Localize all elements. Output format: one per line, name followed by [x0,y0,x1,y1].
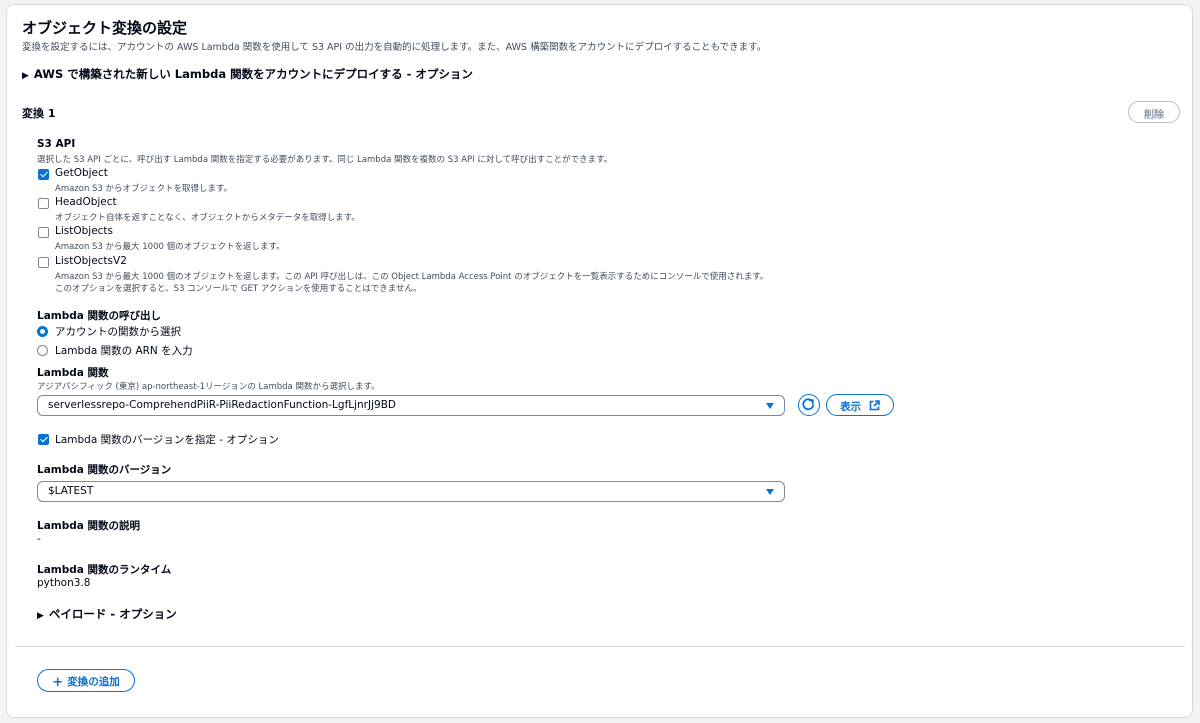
listobjects-description: Amazon S3 から最大 1000 個のオブジェクトを返します。 [55,242,285,252]
section-divider [15,646,1185,647]
headobject-checkbox[interactable] [38,198,49,209]
external-link-icon [869,400,880,411]
listobjectsv2-label: ListObjectsV2 [55,255,127,267]
payload-expander[interactable]: ▶ ペイロード - オプション [37,606,177,622]
lambda-runtime-value: python3.8 [37,577,91,589]
enter-arn-label: Lambda 関数の ARN を入力 [55,345,193,357]
lambda-function-select-value: serverlessrepo-ComprehendPiiR-PiiRedacti… [48,399,396,411]
getobject-checkbox[interactable] [38,169,49,180]
lambda-function-select[interactable]: serverlessrepo-ComprehendPiiR-PiiRedacti… [37,395,785,416]
s3-api-description: 選択した S3 API ごとに、呼び出す Lambda 関数を指定する必要があり… [37,155,613,165]
lambda-runtime-label: Lambda 関数のランタイム [37,564,172,576]
lambda-description-label: Lambda 関数の説明 [37,520,140,532]
deploy-lambda-expander-label: AWS で構築された新しい Lambda 関数をアカウントにデプロイする - オ… [33,67,473,81]
payload-expander-label: ペイロード - オプション [48,607,177,621]
lambda-invoke-label: Lambda 関数の呼び出し [37,310,161,322]
lambda-description-value: - [37,533,41,545]
headobject-label: HeadObject [55,196,117,208]
listobjectsv2-description: Amazon S3 から最大 1000 個のオブジェクトを返します。この API… [55,272,769,282]
transform-config-panel: オブジェクト変換の設定 変換を設定するには、アカウントの AWS Lambda … [6,4,1193,718]
listobjectsv2-description-note: このオプションを選択すると、S3 コンソールで GET アクションを使用すること… [55,284,422,294]
caret-right-icon: ▶ [22,71,29,81]
caret-down-icon [766,489,774,495]
delete-button[interactable]: 削除 [1128,101,1180,123]
caret-right-icon: ▶ [37,611,44,621]
choose-from-account-radio[interactable] [37,326,48,337]
enter-arn-radio[interactable] [37,345,48,356]
refresh-icon [802,398,815,411]
listobjects-label: ListObjects [55,225,114,237]
lambda-function-description: アジアパシフィック (東京) ap-northeast-1リージョンの Lamb… [37,382,380,392]
listobjectsv2-checkbox[interactable] [38,257,49,268]
lambda-function-label: Lambda 関数 [37,367,109,379]
lambda-version-label: Lambda 関数のバージョン [37,464,172,476]
lambda-version-select-value: $LATEST [48,485,94,497]
specify-version-label: Lambda 関数のバージョンを指定 - オプション [55,434,279,446]
page-description: 変換を設定するには、アカウントの AWS Lambda 関数を使用して S3 A… [22,42,767,53]
page-title: オブジェクト変換の設定 [22,19,188,37]
s3-api-label: S3 API [37,138,76,150]
getobject-label: GetObject [55,167,108,179]
listobjects-checkbox[interactable] [38,227,49,238]
lambda-version-select[interactable]: $LATEST [37,481,785,502]
refresh-button[interactable] [798,394,820,416]
add-transform-label: 変換の追加 [67,676,120,688]
headobject-description: オブジェクト自体を返すことなく、オブジェクトからメタデータを取得します。 [55,213,360,223]
choose-from-account-label: アカウントの関数から選択 [55,326,181,338]
add-transform-button[interactable]: + 変換の追加 [37,669,135,692]
view-function-label: 表示 [840,401,862,413]
view-function-button[interactable]: 表示 [826,394,894,416]
specify-version-checkbox[interactable] [38,434,49,445]
getobject-description: Amazon S3 からオブジェクトを取得します。 [55,184,233,194]
deploy-lambda-expander[interactable]: ▶ AWS で構築された新しい Lambda 関数をアカウントにデプロイする - … [22,66,473,82]
transform-title: 変換 1 [22,107,56,120]
caret-down-icon [766,403,774,409]
plus-icon: + [52,675,64,690]
